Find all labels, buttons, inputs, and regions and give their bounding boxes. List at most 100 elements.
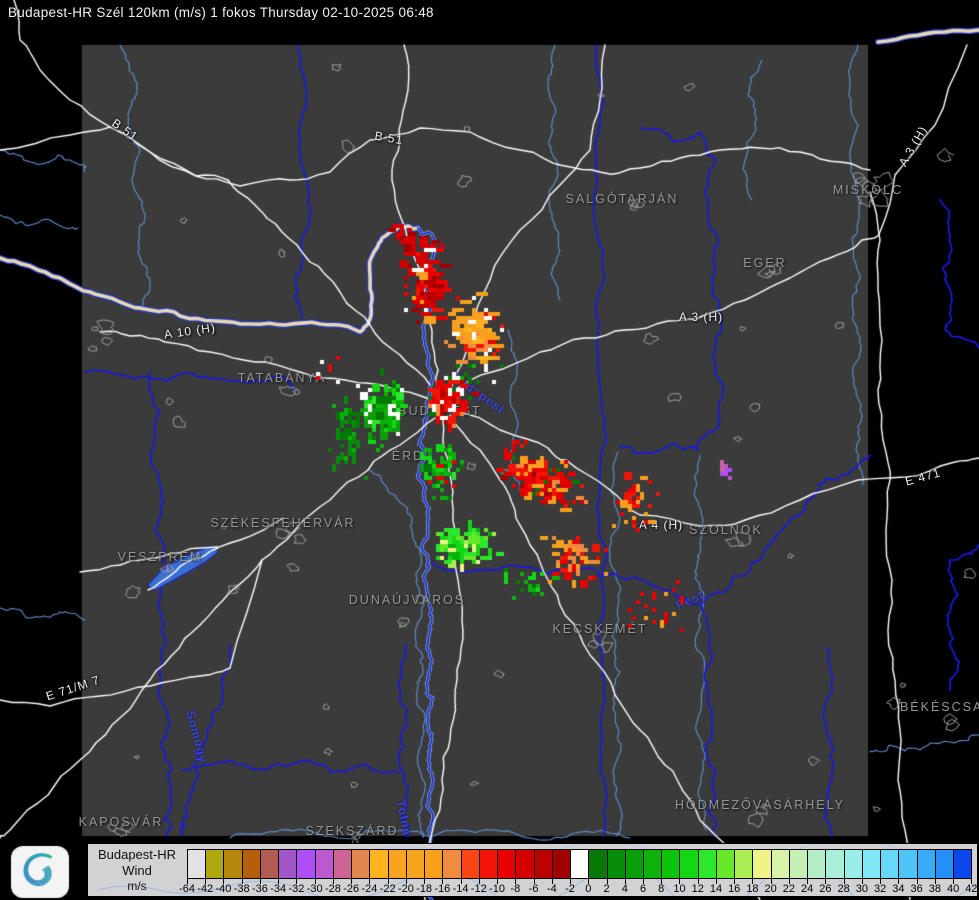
- legend-unit: m/s: [127, 879, 147, 893]
- legend-color-swatch: [770, 849, 790, 879]
- map-label-layer: SALGÓTARJÁN MISKOLC EGER TATABÁNYA SZÉKESFEH…: [0, 0, 979, 900]
- product-title: Budapest-HR Szél 120km (m/s) 1 fokos Thu…: [8, 5, 434, 20]
- legend-tick-label: -24: [361, 883, 378, 895]
- legend-tick-label: -64: [179, 883, 195, 895]
- legend-color-swatch: [278, 849, 298, 879]
- legend-color-swatch: [259, 849, 280, 879]
- radar-app-window: SALGÓTARJÁN MISKOLC EGER TATABÁNYA SZÉKESFEH…: [0, 0, 979, 900]
- city-label: KECSKEMÉT: [552, 622, 648, 636]
- legend-color-swatch: [314, 849, 334, 879]
- legend-color-swatch: [387, 849, 407, 879]
- legend-color-swatch: [861, 849, 882, 879]
- legend-tick-label: -8: [510, 883, 521, 895]
- legend-tick-label: -32: [288, 883, 305, 895]
- legend-color-swatch: [351, 849, 371, 879]
- county-label: Pest: [673, 587, 707, 613]
- city-label: SZEKSZÁRD: [305, 824, 399, 838]
- legend-color-swatch: [551, 849, 572, 879]
- legend-tick-label: -34: [270, 883, 287, 895]
- legend-color-swatch: [788, 849, 809, 879]
- road-label: A 4 (H): [638, 518, 684, 532]
- radar-swirl-logo-icon: [10, 845, 74, 900]
- legend-tick-label: -22: [379, 883, 396, 895]
- legend-tick-label: 0: [585, 883, 592, 895]
- legend-tick-label: -12: [470, 883, 487, 895]
- city-label: EGER: [743, 256, 787, 270]
- legend-tick-label: 24: [801, 883, 814, 895]
- road-label: A 10 (H): [163, 320, 217, 342]
- legend-tick-label: 18: [746, 883, 759, 895]
- city-label: BÉKÉSCSABA: [899, 700, 979, 714]
- legend-color-swatch: [205, 849, 225, 879]
- city-label: SALGÓTARJÁN: [565, 192, 679, 206]
- legend-color-swatch: [223, 849, 243, 879]
- legend-color-swatch: [497, 849, 517, 879]
- legend-color-swatch: [734, 849, 754, 879]
- city-label: SZÉKESFEHÉRVÁR: [210, 516, 356, 530]
- legend-tick-label: 42: [965, 883, 978, 895]
- legend-color-swatch: [460, 849, 480, 879]
- legend-quantity: Wind: [122, 863, 152, 878]
- legend-color-swatch: [241, 849, 261, 879]
- road-label: A 3 (H): [895, 123, 931, 169]
- legend-tick-label: -40: [215, 883, 232, 895]
- legend-color-swatch: [916, 849, 936, 879]
- city-label: KAPOSVÁR: [78, 815, 164, 829]
- city-label: MISKOLC: [832, 183, 904, 197]
- legend-color-swatch: [533, 849, 553, 879]
- legend-tick-label: 40: [946, 883, 960, 895]
- city-label: HÓDMEZŐVÁSÁRHELY: [675, 798, 845, 812]
- legend-color-swatch: [643, 849, 663, 879]
- legend-color-swatch: [187, 849, 207, 879]
- legend-color-swatch: [715, 849, 736, 879]
- legend-tick-label: 22: [782, 883, 796, 895]
- city-label: TATABÁNYA: [237, 371, 327, 385]
- legend-color-swatch: [825, 849, 845, 879]
- road-label: E 71/M 7: [44, 672, 102, 704]
- city-label: SZOLNOK: [689, 523, 763, 537]
- legend-color-swatch: [296, 849, 316, 879]
- legend-tick-label: -42: [197, 883, 214, 895]
- legend-tick-label: -20: [397, 883, 414, 895]
- legend-title-block: Budapest-HR Wind m/s: [88, 844, 186, 898]
- legend-color-swatch: [679, 849, 699, 879]
- legend-tick-label: -28: [324, 883, 341, 895]
- road-label: B 51: [109, 116, 141, 144]
- legend-color-swatch: [752, 849, 772, 879]
- legend-color-swatch: [515, 849, 535, 879]
- legend-tick-label: -30: [306, 883, 323, 895]
- legend-color-swatch: [369, 849, 389, 879]
- legend-tick-label: 36: [910, 883, 923, 895]
- road-label: A 3 (H): [678, 310, 724, 324]
- legend-color-swatch: [606, 849, 626, 879]
- legend-tick-label: 38: [928, 883, 941, 895]
- legend-tick-label: -26: [343, 883, 360, 895]
- legend-tick-label: 2: [603, 883, 610, 895]
- city-label: ÉRD: [391, 449, 425, 463]
- legend-tick-label: 6: [639, 883, 647, 895]
- legend-tick-label: 8: [658, 883, 665, 895]
- legend-color-swatch: [588, 849, 608, 879]
- legend-tick-label: 4: [621, 883, 628, 895]
- legend-color-swatch: [442, 849, 462, 879]
- legend-tick-label: 26: [819, 883, 832, 895]
- legend-tick-label: 12: [691, 883, 704, 895]
- legend-tick-label: -4: [546, 883, 557, 895]
- road-label: E 471: [903, 465, 943, 489]
- legend-tick-label: -16: [434, 883, 451, 895]
- legend-color-swatch: [953, 849, 973, 879]
- legend-tick-label: 34: [892, 883, 905, 895]
- legend-tick-label: 32: [873, 883, 887, 895]
- county-label: Somogy: [183, 709, 211, 765]
- legend-color-swatch: [898, 849, 918, 879]
- legend-tick-label: 14: [709, 883, 723, 895]
- legend-color-swatch: [697, 849, 717, 879]
- legend-tick-label: 28: [837, 883, 850, 895]
- legend-color-swatch: [478, 849, 499, 879]
- legend-tick-label: 16: [728, 883, 741, 895]
- color-scale-legend: Budapest-HR Wind m/s -64 -42 -40 -38 -36 -34-…: [87, 843, 978, 897]
- road-label: B 51: [373, 128, 405, 148]
- legend-color-swatch: [880, 849, 900, 879]
- legend-color-swatch: [807, 849, 827, 879]
- legend-tick-label: -10: [489, 883, 506, 895]
